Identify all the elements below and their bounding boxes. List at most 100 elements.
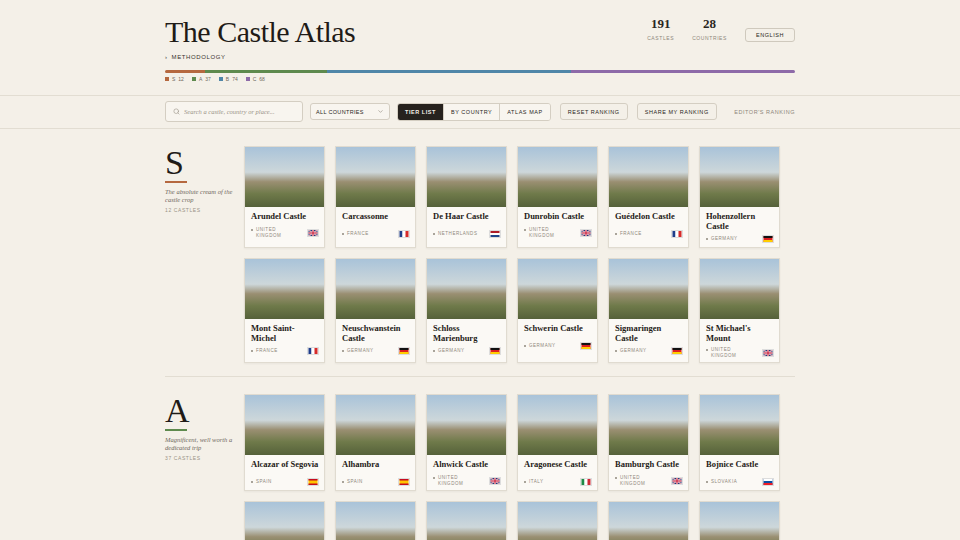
country-dot <box>615 477 617 479</box>
castle-card[interactable]: Schwerin CastleGERMANY <box>517 258 598 363</box>
toolbar-band: ALL COUNTRIES TIER LISTBY COUNTRYATLAS MA… <box>0 96 960 129</box>
page: The Castle Atlas191CASTLES28COUNTRIESENG… <box>0 0 960 540</box>
action-button[interactable]: RESET RANKING <box>560 103 628 120</box>
castle-country: FRANCE <box>342 231 369 237</box>
card-body: Alnwick CastleUNITED KINGDOM <box>427 455 506 490</box>
view-tab[interactable]: BY COUNTRY <box>444 104 500 120</box>
country-dot <box>433 477 435 479</box>
country-select[interactable]: ALL COUNTRIES <box>310 103 390 120</box>
card-body: Neuschwanstein Castle GERMANY <box>336 319 415 359</box>
castle-card[interactable]: Schloss MarienburgGERMANY <box>426 258 507 363</box>
castle-card[interactable]: Alcazar of SegoviaSPAIN <box>244 394 325 491</box>
castle-photo <box>700 147 779 207</box>
castle-card[interactable]: Alnwick CastleUNITED KINGDOM <box>426 394 507 491</box>
card-body: CarcassonneFRANCE <box>336 207 415 242</box>
card-footer: GERMANY <box>615 347 683 355</box>
castle-card[interactable] <box>426 501 507 540</box>
castle-name: Schloss Marienburg <box>433 324 501 343</box>
card-body: De Haar CastleNETHERLANDS <box>427 207 506 242</box>
flag-icon <box>671 477 683 485</box>
action-button[interactable]: SHARE MY RANKING <box>637 103 717 120</box>
castle-card[interactable]: Mont Saint-MichelFRANCE <box>244 258 325 363</box>
castle-photo <box>518 147 597 207</box>
view-tab[interactable]: TIER LIST <box>398 104 444 120</box>
castle-card[interactable]: Sigmaringen Castle GERMANY <box>608 258 689 363</box>
castle-country: UNITED KINGDOM <box>706 347 758 358</box>
castle-name: De Haar Castle <box>433 212 501 222</box>
castle-photo <box>245 147 324 207</box>
card-body: Schloss MarienburgGERMANY <box>427 319 506 359</box>
title-row: The Castle Atlas191CASTLES28COUNTRIESENG… <box>165 14 795 50</box>
castle-card[interactable] <box>335 501 416 540</box>
castle-card[interactable] <box>244 501 325 540</box>
card-body: AlhambraSPAIN <box>336 455 415 490</box>
castle-card[interactable]: Dunrobin CastleUNITED KINGDOM <box>517 146 598 248</box>
castle-name: Sigmaringen Castle <box>615 324 683 343</box>
country-dot <box>524 345 526 347</box>
castle-card[interactable]: CarcassonneFRANCE <box>335 146 416 248</box>
castle-card[interactable] <box>608 501 689 540</box>
search-input[interactable] <box>184 108 295 115</box>
castle-card[interactable]: Guédelon CastleFRANCE <box>608 146 689 248</box>
castle-photo <box>700 502 779 540</box>
editor-ranking-link[interactable]: EDITOR'S RANKING <box>734 109 795 115</box>
castle-name: Alcazar of Segovia <box>251 460 319 470</box>
card-body: Bamburgh CastleUNITED KINGDOM <box>609 455 688 490</box>
country-dot <box>524 481 526 483</box>
castle-photo <box>245 259 324 319</box>
castle-photo <box>336 259 415 319</box>
card-body: St Michael's MountUNITED KINGDOM <box>700 319 779 362</box>
castle-photo <box>245 502 324 540</box>
card-body: Schwerin CastleGERMANY <box>518 319 597 354</box>
flag-icon <box>580 478 592 486</box>
castle-card[interactable]: Bojnice CastleSLOVAKIA <box>699 394 780 491</box>
tier-count: 37 CASTLES <box>165 455 236 461</box>
card-footer: UNITED KINGDOM <box>251 227 319 238</box>
castle-photo <box>609 395 688 455</box>
castle-country: SPAIN <box>342 479 363 485</box>
legend-item: S12 <box>165 76 184 82</box>
castle-card[interactable]: Aragonese CastleITALY <box>517 394 598 491</box>
card-body: Dunrobin CastleUNITED KINGDOM <box>518 207 597 242</box>
chevron-down-icon <box>377 108 384 115</box>
distribution-segment <box>327 70 571 73</box>
flag-icon <box>489 347 501 355</box>
header: The Castle Atlas191CASTLES28COUNTRIESENG… <box>165 0 795 95</box>
card-grid: Alcazar of SegoviaSPAINAlhambraSPAINAlnw… <box>244 394 795 540</box>
flag-icon <box>307 229 319 237</box>
card-footer: GERMANY <box>342 347 410 355</box>
flag-icon <box>307 478 319 486</box>
castle-photo <box>336 502 415 540</box>
stat-label: CASTLES <box>647 35 674 41</box>
language-button[interactable]: ENGLISH <box>745 28 795 42</box>
tier-letter: S <box>165 146 236 180</box>
stats: 191CASTLES28COUNTRIESENGLISH <box>647 14 795 42</box>
legend-swatch <box>192 77 196 81</box>
castle-photo <box>427 502 506 540</box>
flag-icon <box>398 347 410 355</box>
castle-card[interactable]: Arundel CastleUNITED KINGDOM <box>244 146 325 248</box>
castle-name: Mont Saint-Michel <box>251 324 319 343</box>
card-footer: UNITED KINGDOM <box>615 475 683 486</box>
castle-photo <box>700 259 779 319</box>
castle-card[interactable]: AlhambraSPAIN <box>335 394 416 491</box>
view-switcher: TIER LISTBY COUNTRYATLAS MAP <box>397 103 551 121</box>
search-field[interactable] <box>165 101 303 122</box>
castle-card[interactable] <box>517 501 598 540</box>
flag-icon <box>762 235 774 243</box>
castle-card[interactable]: St Michael's MountUNITED KINGDOM <box>699 258 780 363</box>
flag-icon <box>489 230 501 238</box>
legend-item: B74 <box>219 76 238 82</box>
castle-card[interactable]: De Haar CastleNETHERLANDS <box>426 146 507 248</box>
castle-card[interactable]: Bamburgh CastleUNITED KINGDOM <box>608 394 689 491</box>
castle-card[interactable] <box>699 501 780 540</box>
castle-name: Neuschwanstein Castle <box>342 324 410 343</box>
castle-card[interactable]: Neuschwanstein Castle GERMANY <box>335 258 416 363</box>
castle-card[interactable]: Hohenzollern CastleGERMANY <box>699 146 780 248</box>
castle-name: Schwerin Castle <box>524 324 592 334</box>
country-dot <box>706 238 708 240</box>
flag-icon <box>671 230 683 238</box>
card-footer: FRANCE <box>342 230 410 238</box>
methodology-link[interactable]: ›METHODOLOGY <box>165 53 795 61</box>
view-tab[interactable]: ATLAS MAP <box>500 104 549 120</box>
